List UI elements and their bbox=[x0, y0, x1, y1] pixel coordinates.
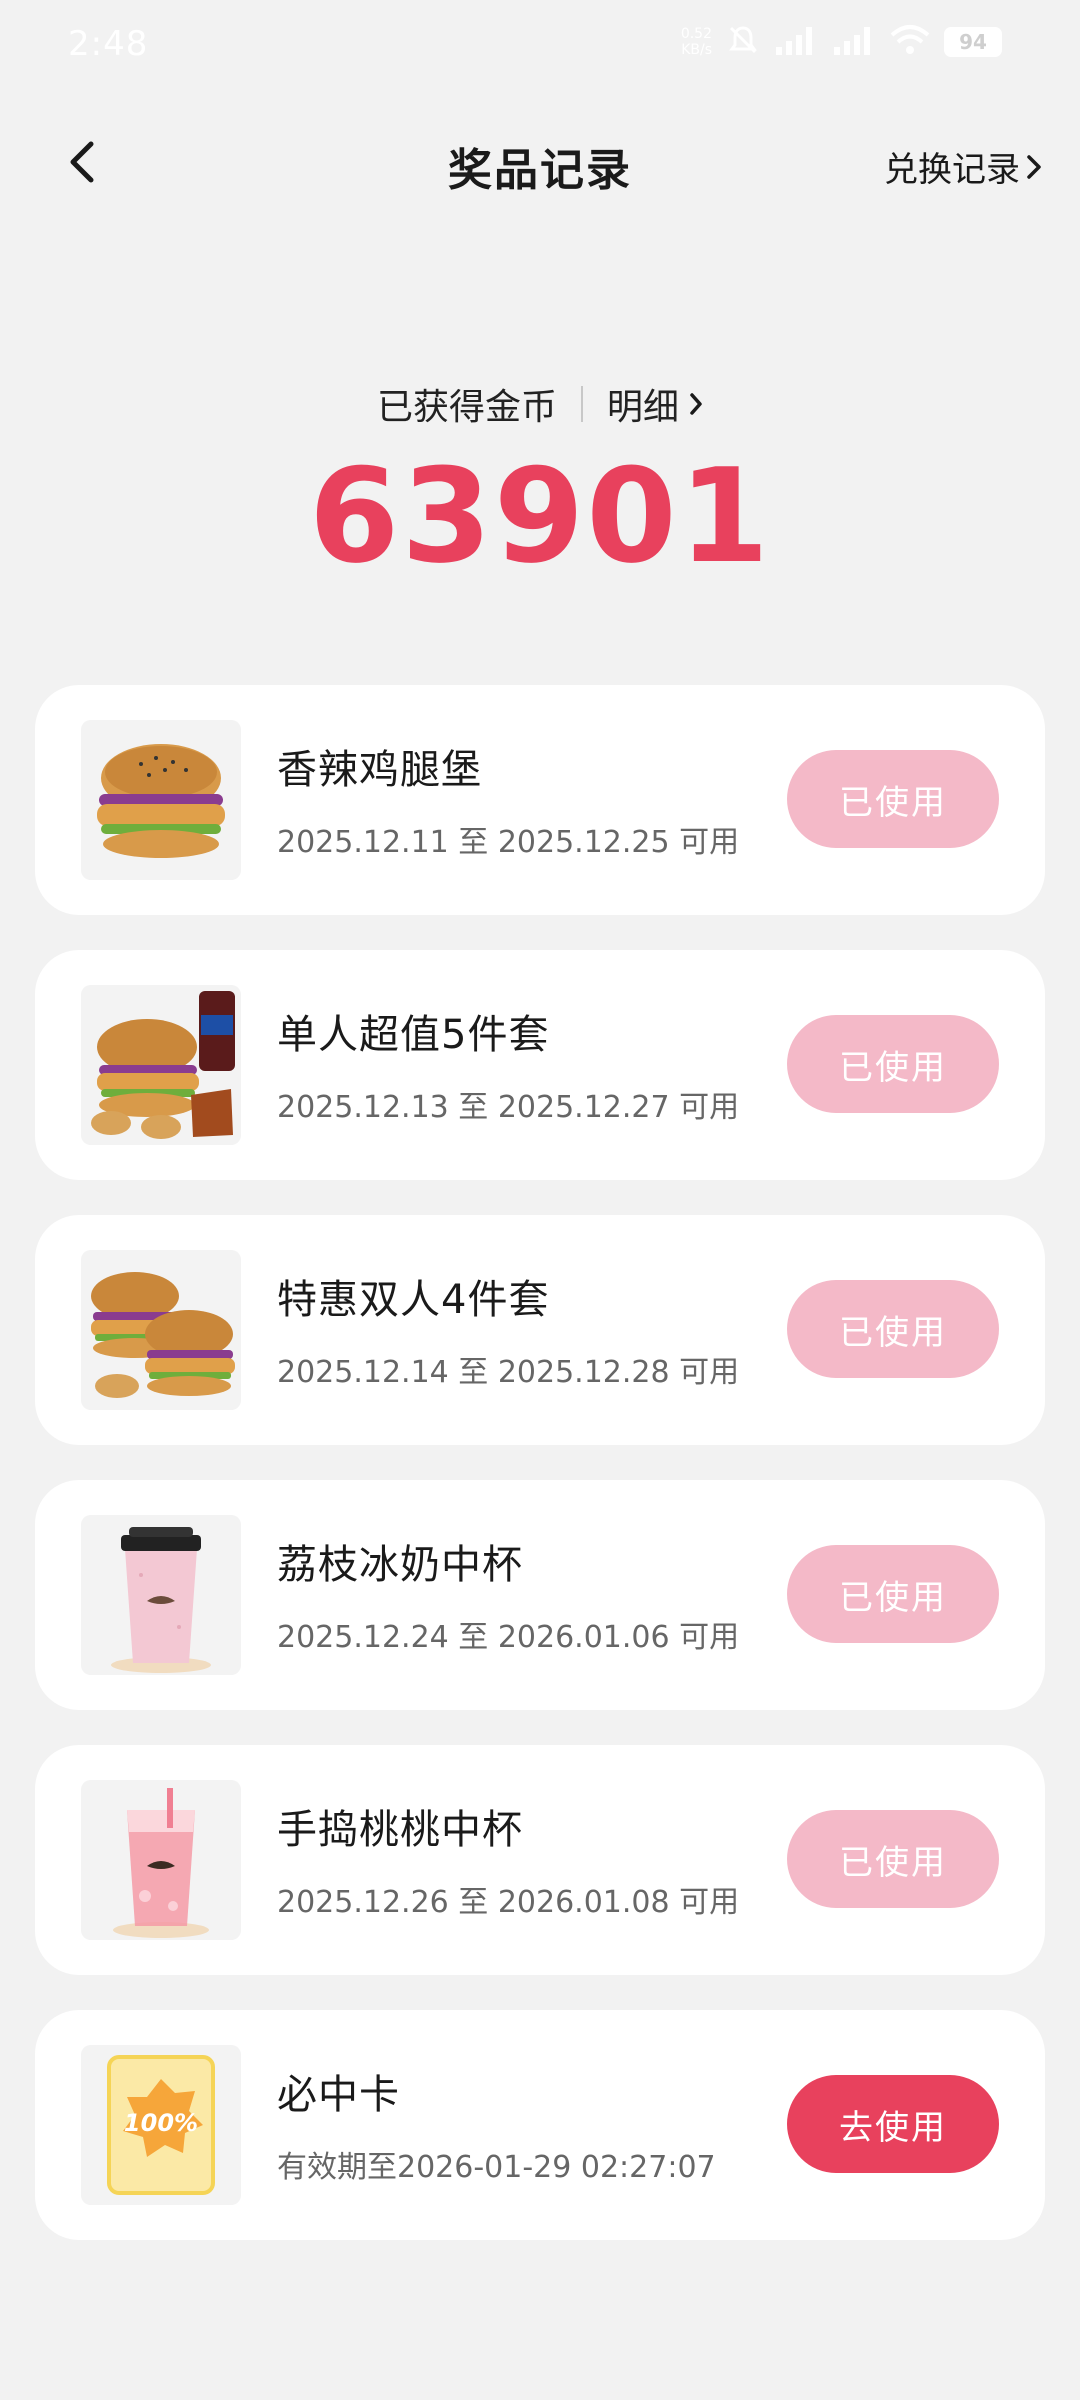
exchange-record-link[interactable]: 兑换记录 bbox=[884, 142, 1042, 191]
status-time: 2:48 bbox=[68, 24, 149, 64]
status-bar: 2:48 0.52 KB/s 94 bbox=[0, 0, 1080, 90]
prize-card: 荔枝冰奶中杯 2025.12.24 至 2026.01.06 可用 已使用 bbox=[35, 1480, 1045, 1710]
prize-name: 荔枝冰奶中杯 bbox=[277, 1542, 523, 1588]
prize-card: 手捣桃桃中杯 2025.12.26 至 2026.01.08 可用 已使用 bbox=[35, 1745, 1045, 1975]
used-button[interactable]: 已使用 bbox=[787, 1810, 999, 1908]
badge-text: 100% bbox=[124, 2109, 198, 2137]
exchange-record-label: 兑换记录 bbox=[884, 150, 1020, 190]
coins-value: 63901 bbox=[308, 440, 772, 592]
prize-card: 香辣鸡腿堡 2025.12.11 至 2025.12.25 可用 已使用 bbox=[35, 685, 1045, 915]
coins-label-row: 已获得金币 明细 bbox=[0, 378, 1080, 430]
prize-list: 香辣鸡腿堡 2025.12.11 至 2025.12.25 可用 已使用 单人超… bbox=[35, 685, 1045, 2275]
status-icons: 0.52 KB/s 94 bbox=[681, 22, 1002, 62]
prize-validity: 2025.12.26 至 2026.01.08 可用 bbox=[277, 1885, 740, 1920]
prize-name: 单人超值5件套 bbox=[277, 1012, 550, 1058]
prize-name: 香辣鸡腿堡 bbox=[277, 747, 482, 793]
used-button[interactable]: 已使用 bbox=[787, 1015, 999, 1113]
prize-name: 特惠双人4件套 bbox=[277, 1277, 550, 1323]
used-button[interactable]: 已使用 bbox=[787, 1545, 999, 1643]
prize-validity: 有效期至2026-01-29 02:27:07 bbox=[277, 2150, 716, 2185]
prize-card: 100% 必中卡 有效期至2026-01-29 02:27:07 去使用 bbox=[35, 2010, 1045, 2240]
network-speed: 0.52 KB/s bbox=[681, 26, 712, 58]
prize-card: 特惠双人4件套 2025.12.14 至 2025.12.28 可用 已使用 bbox=[35, 1215, 1045, 1445]
prize-validity: 2025.12.14 至 2025.12.28 可用 bbox=[277, 1355, 740, 1390]
network-speed-value: 0.52 bbox=[680, 26, 712, 42]
prize-card: 单人超值5件套 2025.12.13 至 2025.12.27 可用 已使用 bbox=[35, 950, 1045, 1180]
combo-meal-image bbox=[81, 985, 241, 1145]
divider bbox=[581, 386, 583, 422]
prize-validity: 2025.12.13 至 2025.12.27 可用 bbox=[277, 1090, 740, 1125]
wifi-icon bbox=[890, 23, 930, 61]
use-now-button[interactable]: 去使用 bbox=[787, 2075, 999, 2173]
used-button[interactable]: 已使用 bbox=[787, 750, 999, 848]
signal-icon bbox=[774, 23, 818, 61]
chevron-right-icon bbox=[690, 393, 702, 415]
coins-label: 已获得金币 bbox=[376, 387, 557, 428]
battery-indicator: 94 bbox=[944, 27, 1002, 57]
double-combo-image bbox=[81, 1250, 241, 1410]
lychee-milk-cup-image bbox=[81, 1515, 241, 1675]
burger-image bbox=[81, 720, 241, 880]
chevron-right-icon bbox=[1027, 154, 1041, 179]
prize-name: 手捣桃桃中杯 bbox=[277, 1807, 523, 1853]
prize-validity: 2025.12.24 至 2026.01.06 可用 bbox=[277, 1620, 740, 1655]
coins-detail-link[interactable]: 明细 bbox=[607, 378, 703, 430]
prize-name: 必中卡 bbox=[277, 2072, 400, 2118]
guaranteed-card-image: 100% bbox=[81, 2045, 241, 2205]
signal-icon-2 bbox=[832, 23, 876, 61]
peach-drink-cup-image bbox=[81, 1780, 241, 1940]
page-header: 奖品记录 兑换记录 bbox=[0, 110, 1080, 225]
prize-validity: 2025.12.11 至 2025.12.25 可用 bbox=[277, 825, 740, 860]
used-button[interactable]: 已使用 bbox=[787, 1280, 999, 1378]
network-speed-unit: KB/s bbox=[681, 42, 712, 58]
mute-icon bbox=[726, 23, 760, 61]
detail-label: 明细 bbox=[607, 387, 680, 428]
